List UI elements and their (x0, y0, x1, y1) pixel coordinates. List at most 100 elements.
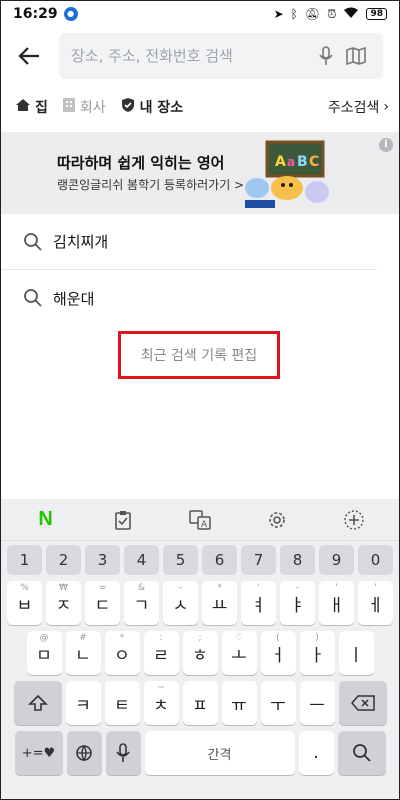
keyboard-key[interactable]: * ㅇ (104, 631, 140, 675)
space-key[interactable]: 간격 (144, 731, 295, 775)
search-box[interactable] (59, 33, 383, 79)
keyboard-key[interactable]: * ㅛ (202, 581, 237, 625)
key-label: ㅜ (270, 695, 286, 716)
key-label: ㄴ (75, 645, 91, 666)
tab-work[interactable]: 회사 (62, 97, 106, 117)
tab-my-places-label: 내 장소 (139, 100, 184, 116)
key-secondary-label: - (295, 583, 300, 593)
key-label: 3 (97, 551, 108, 569)
alarm-icon: ⏰︎ (327, 6, 337, 21)
key-secondary-label: ~ (157, 683, 165, 693)
clipboard-icon[interactable] (109, 506, 137, 534)
key-secondary-label: @ (39, 633, 49, 643)
keyboard-key[interactable]: @ ㅁ (26, 631, 62, 675)
key-label: ㅓ (270, 645, 286, 666)
number-key[interactable]: 3 (85, 545, 120, 575)
key-label: ㅑ (289, 595, 306, 616)
ad-title: 따라하며 쉽게 익히는 영어 (57, 154, 225, 172)
voice-key[interactable] (105, 731, 141, 775)
number-key[interactable]: 4 (124, 545, 159, 575)
map-icon[interactable] (341, 41, 371, 71)
keyboard-key[interactable]: ㅋ (65, 681, 101, 725)
keyboard-key[interactable]: (ㅓ (260, 631, 296, 675)
number-key[interactable]: 6 (202, 545, 237, 575)
keyboard-key[interactable]: = ㄷ (85, 581, 120, 625)
keyboard-key[interactable]: ; ㅎ (182, 631, 218, 675)
recent-search-label: 해운대 (53, 289, 95, 308)
tab-my-places[interactable]: 내 장소 (120, 97, 184, 117)
key-secondary-label: ₩ (59, 583, 68, 593)
keyboard-key[interactable]: # ㄴ (65, 631, 101, 675)
keyboard-key[interactable]: ㅍ (182, 681, 218, 725)
translate-icon[interactable]: A (186, 506, 214, 534)
recent-search-item[interactable]: 해운대 (1, 270, 377, 326)
naver-logo-icon[interactable]: N (32, 506, 60, 534)
backspace-key[interactable] (338, 681, 387, 725)
keyboard-key[interactable]: & ㄱ (124, 581, 159, 625)
add-circle-icon[interactable] (340, 506, 368, 534)
back-button[interactable] (9, 36, 49, 76)
shift-key[interactable] (13, 681, 62, 725)
edit-history-button[interactable]: 최근 검색 기록 편집 (118, 331, 280, 379)
search-input[interactable] (71, 47, 311, 65)
microphone-icon[interactable] (311, 41, 341, 71)
tab-work-label: 회사 (79, 100, 106, 116)
number-key[interactable]: 9 (319, 545, 354, 575)
key-label: ㅂ (16, 595, 33, 616)
number-key[interactable]: 5 (163, 545, 198, 575)
gear-icon[interactable] (263, 506, 291, 534)
keyboard-key[interactable]: ₩ ㅈ (46, 581, 81, 625)
key-secondary-label: ' (335, 583, 338, 593)
building-icon (62, 97, 76, 117)
keyboard-key[interactable]: ㅡ (299, 681, 335, 725)
recent-search-item[interactable]: 김치찌개 (1, 214, 377, 270)
key-label: 1 (19, 551, 30, 569)
number-key[interactable]: 8 (280, 545, 315, 575)
key-secondary-label: ; (198, 633, 202, 643)
key-label: 9 (331, 551, 342, 569)
number-key[interactable]: 0 (358, 545, 393, 575)
keyboard-key[interactable]: ㅌ (104, 681, 140, 725)
microphone-icon (116, 743, 130, 762)
ad-banner[interactable]: 따라하며 쉽게 익히는 영어 랭콘잉글리쉬 봄학기 등록하러가기 > A a B… (1, 132, 399, 214)
keyboard-key[interactable]: ㅜ (260, 681, 296, 725)
symbols-key[interactable]: +=♥ (14, 731, 63, 775)
svg-text:a: a (287, 155, 295, 169)
number-key[interactable]: 1 (7, 545, 42, 575)
language-key[interactable] (66, 731, 102, 775)
keyboard-key[interactable]: ) ㅏ (299, 631, 335, 675)
keyboard-key[interactable]: :ㄹ (143, 631, 179, 675)
keyboard-key[interactable]: -ㅑ (280, 581, 315, 625)
keyboard-key[interactable]: ㅠ (221, 681, 257, 725)
tab-home[interactable]: 집 (15, 97, 48, 117)
keyboard-key[interactable]: ㅣ (338, 631, 374, 675)
keyboard-key[interactable]: ' ㅔ (358, 581, 393, 625)
address-search-link[interactable]: 주소검색 › (328, 97, 389, 117)
key-label: ㅁ (36, 645, 52, 666)
number-key[interactable]: 2 (46, 545, 81, 575)
key-secondary-label: ' (257, 583, 260, 593)
search-key[interactable] (337, 731, 386, 775)
search-header (1, 29, 399, 83)
key-label: ㅌ (114, 695, 130, 716)
ad-info-icon[interactable]: i (379, 138, 393, 152)
key-secondary-label: = (98, 583, 107, 593)
wifi-icon (343, 7, 359, 22)
saved-places-bar: 집 회사 내 장소 주소검색 › (1, 89, 399, 125)
key-label: 4 (136, 551, 147, 569)
keyboard-key[interactable]: ' ㅐ (319, 581, 354, 625)
location-icon: ➤ (273, 7, 284, 21)
key-secondary-label: * (217, 583, 222, 593)
keyboard-key[interactable]: % ㅂ (7, 581, 42, 625)
number-key[interactable]: 7 (241, 545, 276, 575)
keyboard-key[interactable]: ~ ㅊ (143, 681, 179, 725)
key-label: ㅠ (231, 695, 247, 716)
key-label: ㅏ (309, 645, 325, 666)
globe-icon (76, 745, 92, 762)
keyboard-key[interactable]: ' ㅕ (241, 581, 276, 625)
key-label: ㄹ (153, 645, 169, 666)
key-secondary-label: - (178, 583, 183, 593)
keyboard-key[interactable]: ♡ ㅗ (221, 631, 257, 675)
keyboard-key[interactable]: -ㅅ (163, 581, 198, 625)
period-key[interactable]: . (298, 731, 334, 775)
